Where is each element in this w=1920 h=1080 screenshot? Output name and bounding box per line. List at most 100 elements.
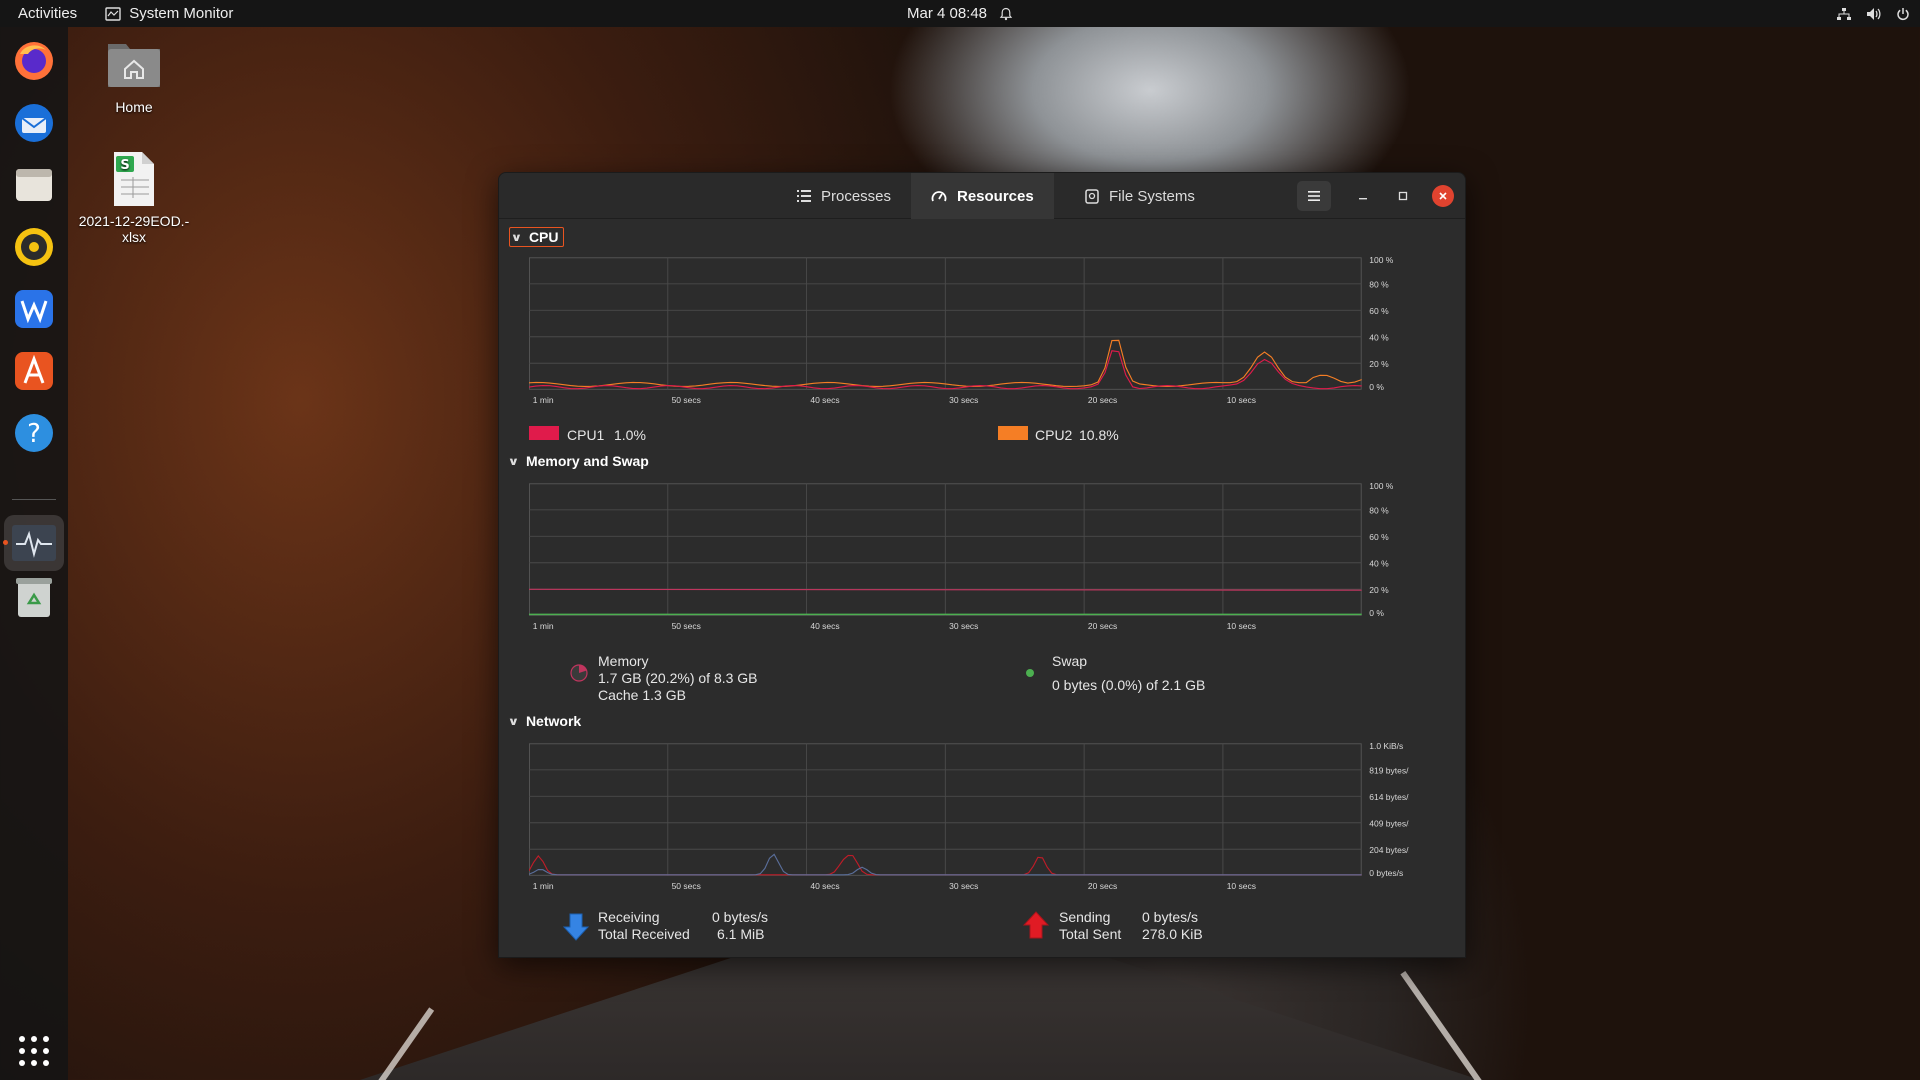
cpu-y-tick-label: 20 % <box>1369 359 1389 369</box>
receiving-label: Receiving <box>598 909 660 925</box>
memory-section-header[interactable]: ∨ Memory and Swap <box>507 453 649 469</box>
network-y-tick-label: 1.0 KiB/s <box>1369 741 1403 751</box>
network-y-tick-label: 204 bytes/s <box>1369 845 1409 855</box>
memory-pie-icon[interactable] <box>569 663 589 683</box>
cpu-x-tick-label: 10 secs <box>1227 395 1256 405</box>
memory-x-tick-label: 10 secs <box>1227 621 1256 631</box>
cpu2-color-swatch[interactable] <box>998 426 1028 440</box>
app-menu-label: System Monitor <box>129 5 234 22</box>
clock-label: Mar 4 08:48 <box>906 5 988 22</box>
chevron-down-icon: ∨ <box>507 455 520 468</box>
maximize-button[interactable] <box>1392 185 1414 207</box>
network-graph: 1.0 KiB/s 819 bytes/s 614 bytes/s 409 bytes… <box>529 741 1409 891</box>
help-icon[interactable]: ? <box>10 409 58 457</box>
cpu2-label: CPU2 <box>1035 427 1073 443</box>
trash-icon[interactable] <box>10 573 58 621</box>
network-y-tick-label: 819 bytes/s <box>1369 766 1409 776</box>
desktop-xlsx-label-line1: 2021-12-29EOD.- <box>78 213 190 229</box>
tab-file-systems-label: File Systems <box>1109 187 1195 205</box>
tab-processes-label: Processes <box>821 187 892 205</box>
cpu-y-tick-label: 60 % <box>1369 306 1389 316</box>
disk-icon <box>1085 188 1099 204</box>
cpu-y-tick-label: 80 % <box>1369 280 1389 290</box>
spreadsheet-file-icon: S <box>114 152 154 206</box>
volume-icon <box>1867 7 1881 20</box>
show-apps-icon[interactable] <box>10 1027 58 1075</box>
network-section-header[interactable]: ∨ Network <box>508 713 582 729</box>
minimize-button[interactable] <box>1352 185 1374 207</box>
memory-x-tick-label: 30 secs <box>949 621 978 631</box>
tab-resources[interactable]: Resources <box>911 173 1054 219</box>
dock-separator <box>12 499 56 500</box>
svg-text:S: S <box>120 158 129 173</box>
desktop-xlsx-label: 2021-12-29EOD.- xlsx <box>74 213 194 245</box>
memory-y-tick-label: 40 % <box>1369 559 1389 569</box>
chevron-down-icon: ∨ <box>510 231 523 244</box>
activities-button[interactable]: Activities <box>0 5 95 22</box>
cpu-graph: 100 % 80 % 60 % 40 % 20 % 0 % 1 min 50 secs 40 s… <box>529 255 1394 405</box>
close-icon <box>1439 192 1447 200</box>
hamburger-icon <box>1308 191 1320 201</box>
running-indicator <box>3 540 8 545</box>
desktop-xlsx-file[interactable]: S 2021-12-29EOD.- xlsx <box>74 150 194 245</box>
thunderbird-icon[interactable] <box>10 99 58 147</box>
memory-x-tick-label: 50 secs <box>672 621 701 631</box>
cpu-y-tick-label: 0 % <box>1369 382 1384 392</box>
list-icon <box>797 190 811 202</box>
firefox-icon[interactable] <box>10 37 58 85</box>
sending-arrow-icon[interactable] <box>1023 911 1049 939</box>
home-folder-icon <box>108 44 160 87</box>
network-y-tick-label: 409 bytes/s <box>1369 819 1409 829</box>
swap-pie-icon[interactable] <box>1024 667 1036 679</box>
network-x-tick-label: 20 secs <box>1088 881 1117 891</box>
cpu-section-header[interactable]: ∨ CPU <box>509 227 564 247</box>
network-y-tick-label: 614 bytes/s <box>1369 792 1409 802</box>
tab-file-systems[interactable]: File Systems <box>1065 173 1215 219</box>
top-bar: Activities System Monitor Mar 4 08:48 <box>0 0 1920 27</box>
network-y-tick-label: 0 bytes/s <box>1369 868 1403 878</box>
memory-x-tick-label: 40 secs <box>810 621 839 631</box>
wallpaper-road <box>360 940 1480 1080</box>
app-menu[interactable]: System Monitor <box>105 5 233 22</box>
swap-label: Swap <box>1052 653 1088 669</box>
cpu1-label: CPU1 <box>567 427 605 443</box>
cpu-x-tick-label: 20 secs <box>1088 395 1117 405</box>
app-center-icon[interactable] <box>10 347 58 395</box>
memory-y-tick-label: 80 % <box>1369 506 1389 516</box>
clock[interactable]: Mar 4 08:48 <box>907 5 1013 22</box>
total-received-label: Total Received <box>598 926 690 942</box>
tab-processes[interactable]: Processes <box>777 173 911 219</box>
total-received-value: 6.1 MiB <box>717 926 765 942</box>
header-bar: Processes Resources File Systems <box>499 173 1465 219</box>
memory-value: 1.7 GB (20.2%) of 8.3 GB <box>598 670 758 686</box>
network-x-tick-label: 10 secs <box>1227 881 1256 891</box>
cpu-x-tick-label: 50 secs <box>672 395 701 405</box>
maximize-icon <box>1398 191 1408 201</box>
dock: ? <box>0 27 68 1080</box>
cpu-x-tick-label: 40 secs <box>810 395 839 405</box>
rhythmbox-icon[interactable] <box>10 223 58 271</box>
memory-label: Memory <box>598 653 649 669</box>
network-x-tick-label: 1 min <box>533 881 554 891</box>
svg-text:?: ? <box>27 419 41 449</box>
wps-writer-icon[interactable] <box>10 285 58 333</box>
main-menu-button[interactable] <box>1297 181 1331 211</box>
cpu-section-title: CPU <box>528 229 559 245</box>
system-tray[interactable] <box>1836 7 1910 21</box>
network-section-title: Network <box>525 713 582 729</box>
receiving-arrow-icon[interactable] <box>563 913 589 941</box>
total-sent-label: Total Sent <box>1059 926 1122 942</box>
cpu1-value: 1.0% <box>614 427 646 443</box>
total-sent-value: 278.0 KiB <box>1142 926 1203 942</box>
desktop-home[interactable]: Home <box>74 36 194 115</box>
minimize-icon <box>1359 198 1367 200</box>
cpu1-color-swatch[interactable] <box>529 426 559 440</box>
desktop-home-label: Home <box>115 99 153 115</box>
system-monitor-icon[interactable] <box>4 515 64 571</box>
network-x-tick-label: 50 secs <box>672 881 701 891</box>
memory-section-title: Memory and Swap <box>525 453 649 469</box>
close-button[interactable] <box>1432 185 1454 207</box>
network-x-tick-label: 40 secs <box>810 881 839 891</box>
files-icon[interactable] <box>10 161 58 209</box>
memory-x-tick-label: 20 secs <box>1088 621 1117 631</box>
